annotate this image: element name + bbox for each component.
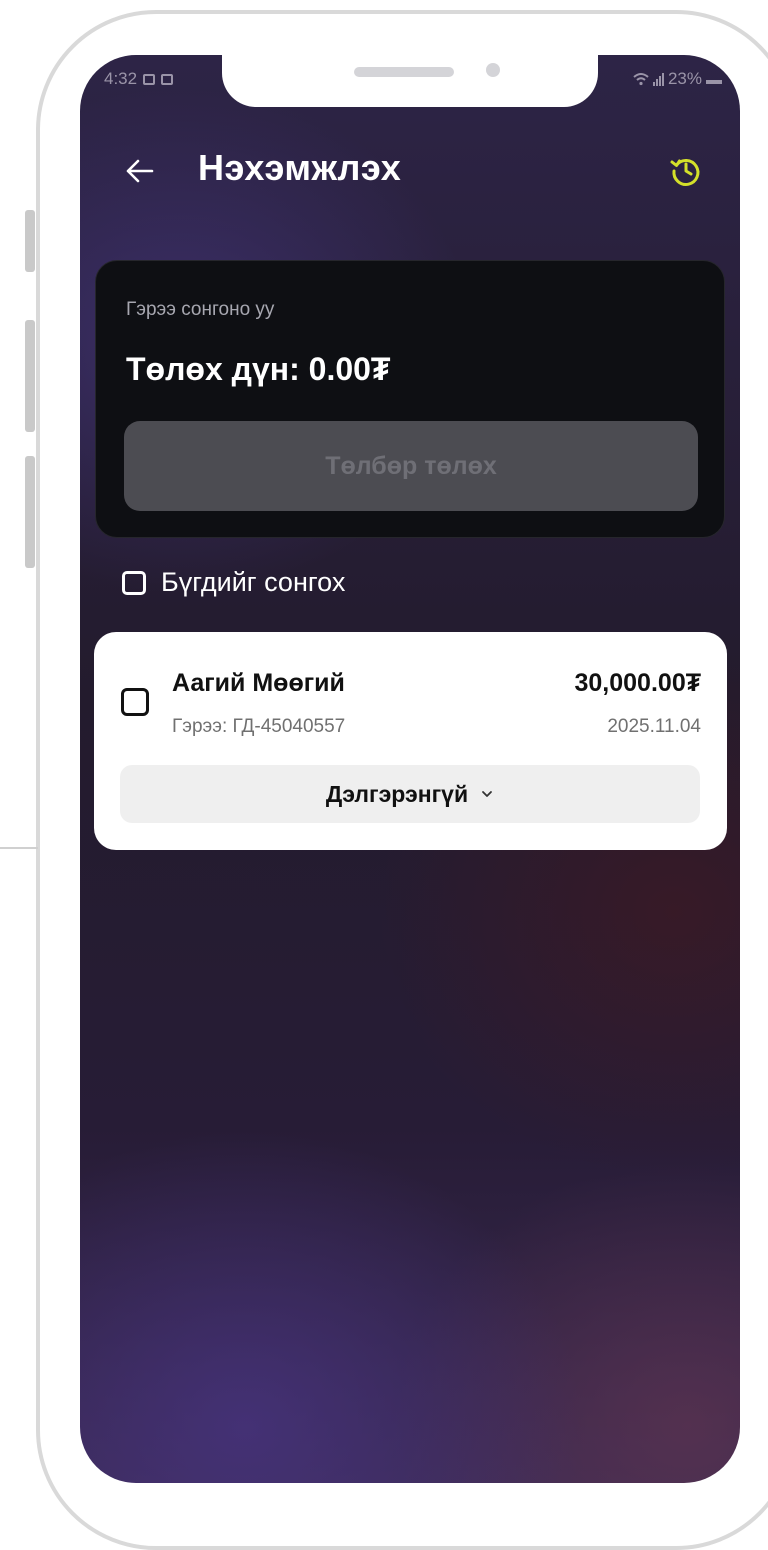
payment-card: Гэрээ сонгоно уу Төлөх дүн: 0.00₮ Төлбөр… <box>95 260 725 538</box>
app-notification-icon <box>161 73 174 85</box>
app-screen: 4:32 23% Нэхэмжлэх Гэрээ сонгоно уу Төлө… <box>80 55 740 1483</box>
status-right: 23% <box>633 69 722 89</box>
divider-line <box>0 847 38 849</box>
invoice-name: Аагий Мөөгий <box>172 669 345 697</box>
side-button <box>25 456 35 568</box>
details-button[interactable]: Дэлгэрэнгүй <box>120 765 700 823</box>
volume-up-button <box>25 210 35 272</box>
wifi-icon <box>633 73 649 86</box>
select-all-row[interactable]: Бүгдийг сонгох <box>122 567 345 598</box>
notch <box>222 55 598 107</box>
payment-amount: Төлөх дүн: 0.00₮ <box>126 351 391 387</box>
invoice-amount: 30,000.00₮ <box>574 669 702 697</box>
select-all-checkbox[interactable] <box>122 570 146 595</box>
invoice-card: Аагий Мөөгий 30,000.00₮ Гэрээ: ГД-450405… <box>94 632 727 850</box>
invoice-date: 2025.11.04 <box>607 716 701 737</box>
speaker <box>354 67 454 77</box>
battery-percent: 23% <box>667 69 702 88</box>
camera <box>486 63 500 77</box>
gallery-notification-icon <box>143 73 156 85</box>
arrow-left-icon[interactable] <box>120 151 160 191</box>
invoice-contract: Гэрээ: ГД-45040557 <box>172 716 346 737</box>
status-left: 4:32 <box>104 69 174 89</box>
details-label: Дэлгэрэнгүй <box>325 780 469 807</box>
invoice-checkbox[interactable] <box>121 688 149 716</box>
status-time: 4:32 <box>104 69 138 88</box>
chevron-down-icon <box>482 791 493 797</box>
history-icon[interactable] <box>668 153 704 189</box>
pay-button[interactable]: Төлбөр төлөх <box>124 421 698 511</box>
page-title: Нэхэмжлэх <box>198 147 402 188</box>
battery-icon <box>706 74 722 84</box>
app-header: Нэхэмжлэх <box>80 145 740 205</box>
volume-down-button <box>25 320 35 432</box>
signal-icon <box>652 72 664 86</box>
select-all-label: Бүгдийг сонгох <box>161 567 346 597</box>
contract-select-hint: Гэрээ сонгоно уу <box>126 299 275 320</box>
